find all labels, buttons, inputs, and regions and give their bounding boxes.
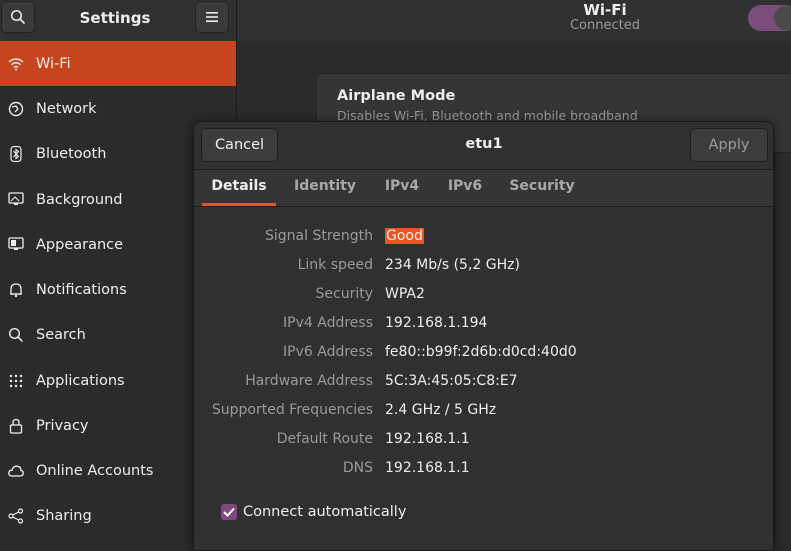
- detail-row-signal-strength: Signal Strength Good: [194, 228, 773, 250]
- sidebar-item-label: Online Accounts: [36, 462, 154, 479]
- menu-button[interactable]: [195, 1, 229, 33]
- detail-label: IPv4 Address: [283, 315, 373, 331]
- tab-ipv6[interactable]: IPv6: [439, 170, 491, 206]
- dns-value[interactable]: 192.168.1.1: [385, 460, 470, 476]
- sidebar-item-label: Notifications: [36, 281, 127, 298]
- wifi-icon: [7, 55, 25, 73]
- grid-icon: [7, 372, 25, 390]
- search-icon: [7, 326, 25, 344]
- airplane-mode-title: Airplane Mode: [337, 88, 456, 104]
- header-bar: Settings Wi-Fi Connected: [0, 0, 791, 42]
- panel-subtitle: Connected: [569, 18, 640, 33]
- hardware-address-value[interactable]: 5C:3A:45:05:C8:E7: [385, 373, 518, 389]
- share-icon: [7, 507, 25, 525]
- link-speed-value[interactable]: 234 Mb/s (5,2 GHz): [385, 257, 520, 273]
- cancel-button[interactable]: Cancel: [201, 128, 278, 162]
- apply-button[interactable]: Apply: [690, 128, 768, 162]
- dialog-tabs: Details Identity IPv4 IPv6 Security: [194, 170, 773, 207]
- sidebar-item-label: Applications: [36, 372, 125, 389]
- sidebar-item-label: Privacy: [36, 417, 89, 434]
- detail-label: DNS: [342, 460, 373, 476]
- sidebar-header: Settings: [0, 0, 237, 41]
- detail-label: Default Route: [276, 431, 373, 447]
- tab-details[interactable]: Details: [202, 170, 276, 206]
- signal-strength-value[interactable]: Good: [385, 228, 424, 244]
- detail-row-security: Security WPA2: [194, 286, 773, 308]
- network-icon: [7, 100, 25, 118]
- detail-label: IPv6 Address: [283, 344, 373, 360]
- sidebar-item-wifi[interactable]: Wi-Fi: [0, 41, 236, 86]
- sidebar-item-label: Wi-Fi: [36, 55, 71, 72]
- detail-row-ipv6: IPv6 Address fe80::b99f:2d6b:d0cd:40d0: [194, 344, 773, 366]
- bell-icon: [7, 281, 25, 299]
- background-icon: [7, 191, 25, 209]
- detail-row-ipv4: IPv4 Address 192.168.1.194: [194, 315, 773, 337]
- detail-row-hardware-address: Hardware Address 5C:3A:45:05:C8:E7: [194, 373, 773, 395]
- sidebar-item-label: Bluetooth: [36, 145, 107, 162]
- detail-label: Link speed: [297, 257, 373, 273]
- supported-frequencies-value[interactable]: 2.4 GHz / 5 GHz: [385, 402, 496, 418]
- sidebar-item-label: Background: [36, 191, 123, 208]
- detail-row-default-route: Default Route 192.168.1.1: [194, 431, 773, 453]
- wifi-toggle[interactable]: [748, 5, 791, 31]
- detail-label: Security: [315, 286, 374, 302]
- tab-identity[interactable]: Identity: [286, 170, 364, 206]
- dialog-title: etu1: [465, 136, 503, 152]
- sidebar-item-label: Sharing: [36, 507, 92, 524]
- detail-label: Hardware Address: [245, 373, 373, 389]
- hamburger-menu-icon: [206, 12, 218, 22]
- security-value[interactable]: WPA2: [385, 286, 425, 302]
- tab-security[interactable]: Security: [503, 170, 581, 206]
- detail-label: Supported Frequencies: [211, 402, 373, 418]
- detail-row-dns: DNS 192.168.1.1: [194, 460, 773, 482]
- dialog-header: Cancel etu1 Apply: [194, 122, 773, 170]
- sidebar-item-label: Network: [36, 100, 97, 117]
- detail-label: Signal Strength: [264, 228, 373, 244]
- detail-row-supported-frequencies: Supported Frequencies 2.4 GHz / 5 GHz: [194, 402, 773, 424]
- connect-automatically-label: Connect automatically: [243, 504, 407, 520]
- ipv4-address-value[interactable]: 192.168.1.194: [385, 315, 487, 331]
- toggle-knob: [774, 6, 791, 30]
- search-icon: [10, 9, 26, 25]
- connection-details-dialog: Cancel etu1 Apply Details Identity IPv4 …: [193, 121, 774, 551]
- connect-automatically-checkbox[interactable]: [221, 504, 237, 520]
- ipv6-address-value[interactable]: fe80::b99f:2d6b:d0cd:40d0: [385, 344, 577, 360]
- tab-ipv4[interactable]: IPv4: [376, 170, 428, 206]
- bluetooth-icon: [7, 145, 25, 163]
- search-button[interactable]: [1, 1, 35, 33]
- detail-row-link-speed: Link speed 234 Mb/s (5,2 GHz): [194, 257, 773, 279]
- default-route-value[interactable]: 192.168.1.1: [385, 431, 470, 447]
- panel-title: Wi-Fi: [583, 1, 627, 19]
- connect-automatically-row[interactable]: Connect automatically: [221, 504, 406, 520]
- cloud-icon: [7, 462, 25, 480]
- settings-title: Settings: [79, 9, 151, 27]
- sidebar-item-label: Appearance: [36, 236, 124, 253]
- appearance-icon: [7, 236, 25, 254]
- sidebar-item-label: Search: [36, 326, 86, 343]
- lock-icon: [7, 417, 25, 435]
- checkmark-icon: [223, 507, 235, 517]
